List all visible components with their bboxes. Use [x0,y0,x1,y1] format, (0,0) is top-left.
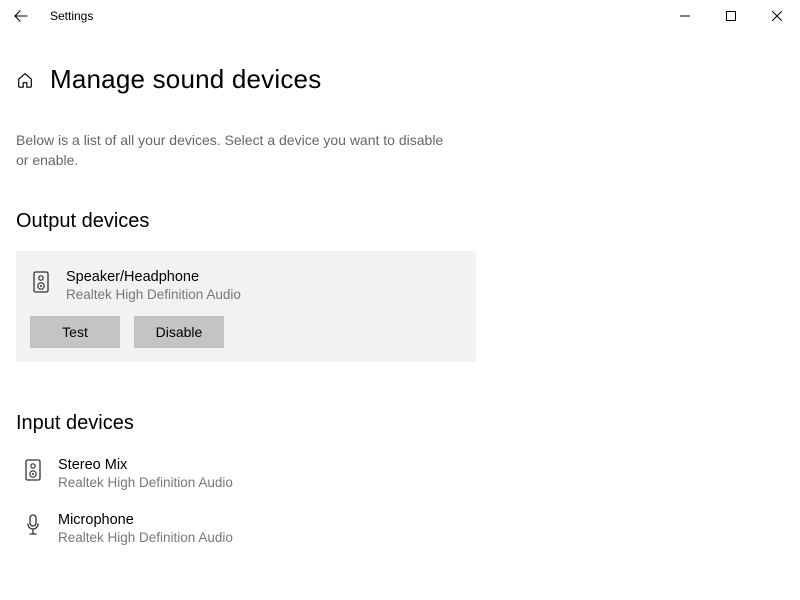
output-device-row[interactable]: Speaker/Headphone Realtek High Definitio… [30,265,462,316]
input-heading: Input devices [16,412,784,435]
output-device-name: Speaker/Headphone [66,269,241,285]
input-device-row[interactable]: Microphone Realtek High Definition Audio [16,508,784,563]
minimize-button[interactable] [662,0,708,32]
close-button[interactable] [754,0,800,32]
speaker-icon [22,457,44,481]
back-button[interactable] [14,9,28,23]
app-title: Settings [50,9,93,23]
input-device-driver: Realtek High Definition Audio [58,475,233,490]
minimize-icon [680,11,690,21]
disable-button[interactable]: Disable [134,316,224,348]
close-icon [772,11,782,21]
input-device-name: Stereo Mix [58,457,233,473]
microphone-icon [22,512,44,536]
home-button[interactable] [16,71,34,89]
input-device-driver: Realtek High Definition Audio [58,530,233,545]
output-device-panel: Speaker/Headphone Realtek High Definitio… [16,251,476,362]
output-heading: Output devices [16,210,784,233]
page-description: Below is a list of all your devices. Sel… [16,131,456,170]
arrow-left-icon [14,9,28,23]
maximize-icon [726,11,736,21]
test-button[interactable]: Test [30,316,120,348]
input-device-row[interactable]: Stereo Mix Realtek High Definition Audio [16,453,784,508]
input-device-name: Microphone [58,512,233,528]
home-icon [16,71,34,89]
page-title: Manage sound devices [50,64,321,95]
output-device-driver: Realtek High Definition Audio [66,287,241,302]
maximize-button[interactable] [708,0,754,32]
speaker-icon [30,269,52,293]
